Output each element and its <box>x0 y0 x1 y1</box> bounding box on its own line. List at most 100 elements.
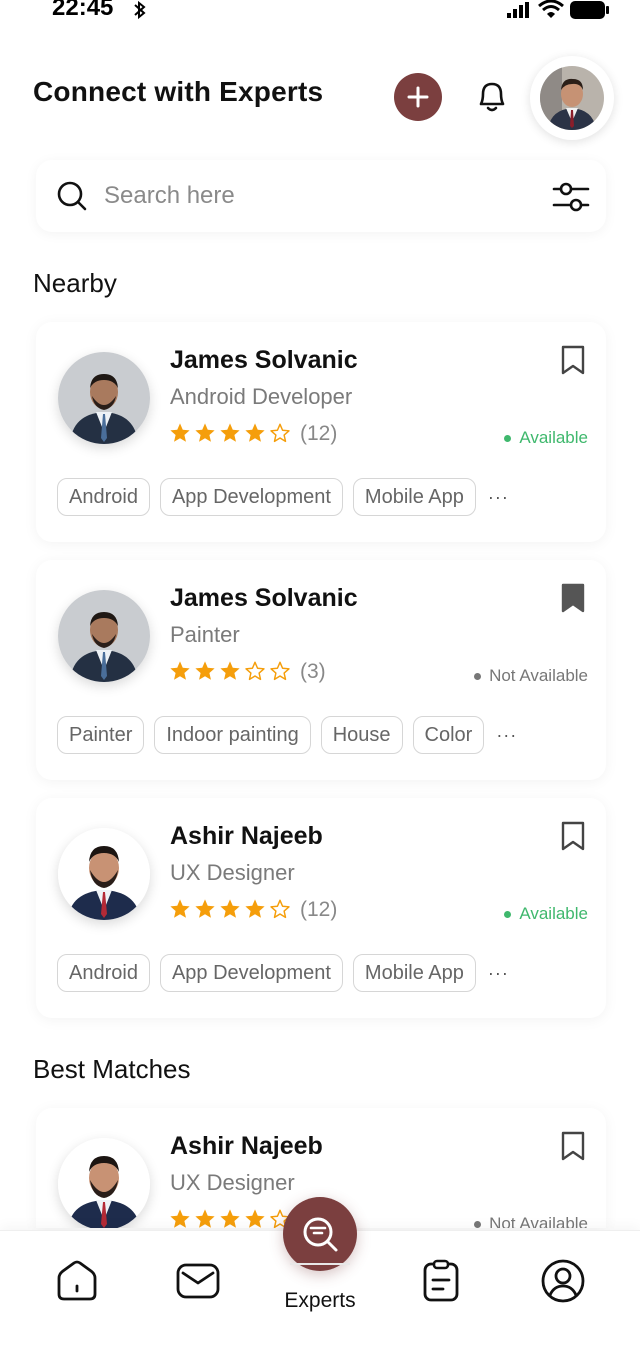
nav-profile[interactable] <box>539 1257 587 1305</box>
status-text: Not Available <box>489 1214 588 1228</box>
avatar <box>540 66 604 130</box>
more-tags-button[interactable]: ··· <box>496 725 517 746</box>
expert-card[interactable]: Ashir Najeeb UX Designer (12) Available … <box>36 798 606 1018</box>
nav-active-label: Experts <box>284 1289 356 1312</box>
star-rating <box>169 898 291 920</box>
tag-list: Android App Development Mobile App ··· <box>57 954 509 992</box>
expert-card[interactable]: James Solvanic Painter (3) Not Available… <box>36 560 606 780</box>
status-dot <box>504 910 512 918</box>
star-filled-icon <box>245 1209 265 1228</box>
clipboard-icon <box>423 1259 459 1302</box>
star-filled-icon <box>245 899 265 918</box>
nav-tasks[interactable] <box>417 1257 465 1305</box>
tag[interactable]: Indoor painting <box>154 716 311 754</box>
tag[interactable]: Painter <box>57 716 145 754</box>
star-filled-icon <box>170 1209 190 1228</box>
tag[interactable]: Android <box>57 954 150 992</box>
plus-icon <box>407 86 429 108</box>
expert-role: Painter <box>170 622 240 647</box>
notifications-button[interactable] <box>472 76 512 116</box>
signal-icon <box>507 2 529 18</box>
star-filled-icon <box>220 1209 240 1228</box>
more-tags-button[interactable]: ··· <box>488 963 509 984</box>
expert-role: UX Designer <box>170 1170 295 1195</box>
expert-card[interactable]: James Solvanic Android Developer (12) Av… <box>36 322 606 542</box>
status-dot <box>474 1220 482 1228</box>
experts-icon <box>303 1217 338 1252</box>
avatar <box>58 590 150 682</box>
tag[interactable]: Color <box>412 716 485 754</box>
status-badge: Not Available <box>474 1214 588 1228</box>
nav-experts[interactable] <box>283 1197 357 1271</box>
star-filled-icon <box>245 423 265 442</box>
tag[interactable]: Android <box>57 478 150 516</box>
add-button[interactable] <box>394 73 442 121</box>
section-title-nearby: Nearby <box>33 268 117 298</box>
status-text: Available <box>519 428 588 447</box>
star-filled-icon <box>195 661 215 680</box>
bluetooth-icon <box>134 0 146 20</box>
rating-count: (12) <box>300 422 338 445</box>
status-dot <box>504 434 512 442</box>
avatar <box>58 1138 150 1228</box>
avatar <box>58 352 150 444</box>
star-filled-icon <box>195 423 215 442</box>
star-outline-icon <box>270 423 290 443</box>
bookmark-filled-icon[interactable] <box>558 582 588 614</box>
expert-role: UX Designer <box>170 860 295 885</box>
star-rating <box>169 422 291 444</box>
star-filled-icon <box>170 423 190 442</box>
tag-list: Android App Development Mobile App ··· <box>57 478 509 516</box>
status-dot <box>474 672 482 680</box>
section-title-best-matches: Best Matches <box>33 1054 191 1084</box>
expert-name: Ashir Najeeb <box>170 822 323 850</box>
star-filled-icon <box>220 899 240 918</box>
star-filled-icon <box>170 899 190 918</box>
status-badge: Available <box>504 904 588 924</box>
tag[interactable]: Mobile App <box>352 478 476 516</box>
star-filled-icon <box>195 1209 215 1228</box>
expert-name: James Solvanic <box>170 346 358 374</box>
profile-avatar[interactable] <box>530 56 614 140</box>
status-time: 22:45 <box>52 0 114 21</box>
bottom-nav: Experts <box>0 1197 640 1360</box>
star-filled-icon <box>220 423 240 442</box>
expert-name: Ashir Najeeb <box>170 1132 323 1160</box>
tag[interactable]: Mobile App <box>352 954 476 992</box>
avatar <box>58 828 150 920</box>
status-badge: Available <box>504 428 588 448</box>
expert-name: James Solvanic <box>170 584 358 612</box>
search-bar <box>36 160 606 232</box>
nav-divider <box>290 1263 350 1265</box>
status-text: Available <box>519 904 588 923</box>
search-icon[interactable] <box>56 180 88 212</box>
bookmark-icon[interactable] <box>558 820 588 852</box>
rating-count: (12) <box>300 898 338 921</box>
nav-messages[interactable] <box>174 1257 222 1305</box>
star-rating <box>169 660 291 682</box>
mail-icon <box>176 1263 220 1299</box>
battery-icon <box>570 1 609 19</box>
bookmark-icon[interactable] <box>558 1130 588 1162</box>
tag-list: Painter Indoor painting House Color ··· <box>57 716 517 754</box>
tag[interactable]: App Development <box>159 954 343 992</box>
star-filled-icon <box>220 661 240 680</box>
status-badge: Not Available <box>474 666 588 686</box>
star-rating <box>169 1208 291 1228</box>
expert-role: Android Developer <box>170 384 353 409</box>
search-input[interactable] <box>104 178 504 214</box>
star-outline-icon <box>270 661 290 681</box>
star-outline-icon <box>270 899 290 919</box>
user-icon <box>541 1259 585 1303</box>
star-filled-icon <box>195 899 215 918</box>
more-tags-button[interactable]: ··· <box>488 487 509 508</box>
nav-home[interactable] <box>53 1257 101 1305</box>
star-filled-icon <box>170 661 190 680</box>
tag[interactable]: App Development <box>159 478 343 516</box>
page-title: Connect with Experts <box>33 76 324 107</box>
bookmark-icon[interactable] <box>558 344 588 376</box>
tag[interactable]: House <box>320 716 403 754</box>
wifi-icon <box>538 0 564 18</box>
rating-count: (3) <box>300 660 326 683</box>
filter-icon[interactable] <box>552 178 590 216</box>
